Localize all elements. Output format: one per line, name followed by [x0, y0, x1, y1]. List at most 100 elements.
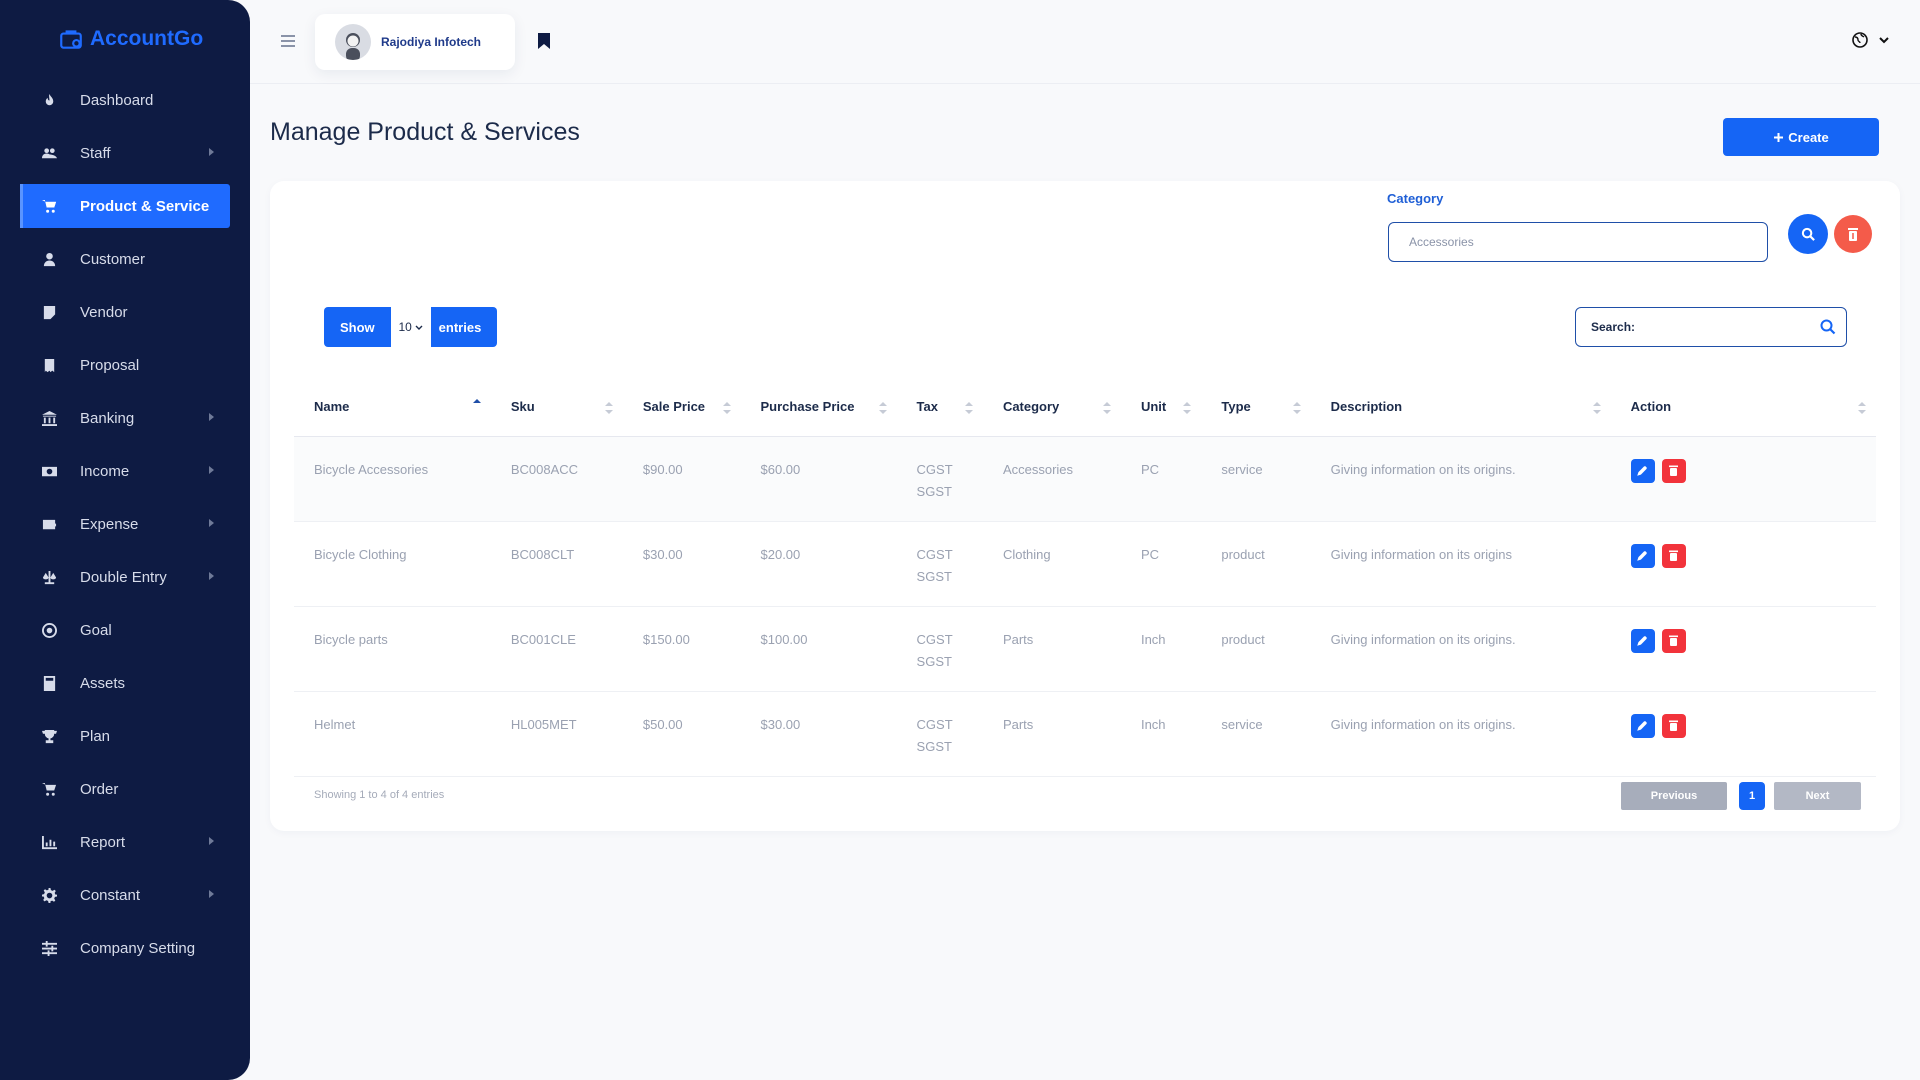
cell-name: Bicycle Accessories — [294, 436, 491, 522]
scale-icon — [40, 568, 58, 586]
menu-toggle-icon[interactable] — [281, 35, 295, 47]
entries-select[interactable]: 10 — [390, 307, 431, 347]
sidebar-item-label: Company Setting — [80, 939, 196, 957]
sidebar-item-double-entry[interactable]: Double Entry — [20, 555, 230, 599]
chevron-right-icon — [209, 413, 214, 421]
sidebar-item-label: Proposal — [80, 356, 140, 374]
column-header-description[interactable]: Description — [1310, 378, 1611, 437]
column-header-sku[interactable]: Sku — [490, 378, 623, 437]
cell-tax: CGST SGST — [896, 521, 983, 607]
cell-purchase: $100.00 — [740, 606, 897, 692]
cell-sku: HL005MET — [490, 691, 623, 777]
sidebar-item-label: Product & Service — [80, 197, 210, 215]
table-search-input[interactable] — [1591, 320, 1820, 334]
entries-suffix-label: entries — [438, 319, 482, 335]
cell-purchase: $60.00 — [740, 436, 897, 522]
column-header-type[interactable]: Type — [1201, 378, 1311, 437]
sidebar-item-company-setting[interactable]: Company Setting — [20, 926, 230, 970]
cell-action — [1610, 521, 1876, 607]
cell-description: Giving information on its origins. — [1310, 691, 1611, 777]
edit-button[interactable] — [1630, 713, 1655, 738]
entries-show-label: Show — [340, 319, 375, 335]
cell-name: Bicycle parts — [294, 606, 491, 692]
column-header-label: Purchase Price — [760, 399, 855, 415]
trash-icon — [1669, 550, 1679, 561]
sidebar-item-label: Staff — [80, 144, 111, 162]
logo-text: AccountGo — [90, 27, 204, 50]
search-icon — [1820, 319, 1836, 335]
cell-action — [1610, 691, 1876, 777]
pagination-previous[interactable]: Previous — [1621, 782, 1727, 810]
column-header-label: Unit — [1140, 399, 1167, 415]
column-header-label: Type — [1221, 399, 1251, 415]
delete-button[interactable] — [1661, 628, 1686, 653]
target-icon — [40, 621, 58, 639]
reset-filter-button[interactable] — [1834, 215, 1872, 253]
sidebar-item-label: Goal — [80, 621, 112, 639]
apply-filter-button[interactable] — [1788, 214, 1828, 254]
edit-button[interactable] — [1630, 458, 1655, 483]
cell-sale: $90.00 — [622, 436, 741, 522]
entries-select-value: 10 — [398, 320, 412, 334]
sidebar-item-goal[interactable]: Goal — [20, 608, 230, 652]
pagination-next[interactable]: Next — [1774, 782, 1861, 810]
sort-asc-icon — [472, 399, 481, 411]
delete-button[interactable] — [1661, 458, 1686, 483]
sidebar-item-order[interactable]: Order — [20, 767, 230, 811]
create-button-label: Create — [1788, 129, 1829, 145]
receipt-icon — [40, 356, 58, 374]
sidebar-item-plan[interactable]: Plan — [20, 714, 230, 758]
pencil-icon — [1637, 721, 1648, 731]
edit-button[interactable] — [1630, 543, 1655, 568]
user-tie-icon — [40, 250, 58, 268]
sidebar-item-staff[interactable]: Staff — [20, 131, 230, 175]
sidebar-item-vendor[interactable]: Vendor — [20, 290, 230, 334]
sort-icon — [1102, 402, 1111, 414]
create-button[interactable]: Create — [1723, 118, 1879, 156]
cell-sale: $50.00 — [622, 691, 741, 777]
sidebar-item-constant[interactable]: Constant — [20, 873, 230, 917]
sidebar-item-label: Expense — [80, 515, 139, 533]
trash-icon — [1669, 465, 1679, 476]
search-icon — [1801, 227, 1815, 241]
sidebar-item-assets[interactable]: Assets — [20, 661, 230, 705]
pagination-page-1[interactable]: 1 — [1739, 782, 1765, 810]
edit-button[interactable] — [1630, 628, 1655, 653]
sidebar-item-banking[interactable]: Banking — [20, 396, 230, 440]
table-row: Bicycle parts BC001CLE $150.00 $100.00 CGST S… — [294, 606, 1876, 692]
wallet-icon — [40, 515, 58, 533]
language-dropdown[interactable] — [1852, 32, 1892, 48]
app-logo[interactable]: AccountGo — [58, 26, 203, 52]
table-body: Bicycle Accessories BC008ACC $90.00 $60.00 C… — [294, 436, 1876, 777]
delete-button[interactable] — [1661, 543, 1686, 568]
sliders-icon — [40, 939, 58, 957]
cell-category: Clothing — [982, 521, 1121, 607]
sidebar-item-proposal[interactable]: Proposal — [20, 343, 230, 387]
table-info: Showing 1 to 4 of 4 entries — [314, 789, 445, 801]
sidebar-item-report[interactable]: Report — [20, 820, 230, 864]
column-header-name[interactable]: Name — [294, 378, 491, 437]
column-header-tax[interactable]: Tax — [896, 378, 983, 437]
column-header-category[interactable]: Category — [982, 378, 1121, 437]
column-header-action[interactable]: Action — [1610, 378, 1876, 437]
sidebar-item-expense[interactable]: Expense — [20, 502, 230, 546]
category-filter-input[interactable] — [1388, 222, 1768, 262]
sidebar-item-income[interactable]: Income — [20, 449, 230, 493]
sidebar-item-label: Double Entry — [80, 568, 167, 586]
cell-description: Giving information on its origins. — [1310, 606, 1611, 692]
sidebar-item-product-service[interactable]: Product & Service — [20, 184, 230, 228]
user-profile-chip[interactable]: Rajodiya Infotech — [315, 14, 515, 70]
page-title: Manage Product & Services — [270, 118, 580, 146]
tax-name: SGST — [916, 568, 952, 584]
column-header-unit[interactable]: Unit — [1120, 378, 1202, 437]
delete-button[interactable] — [1661, 713, 1686, 738]
trash-icon — [1669, 635, 1679, 646]
column-header-purchase-price[interactable]: Purchase Price — [740, 378, 897, 437]
chevron-down-icon — [415, 325, 423, 330]
cell-type: product — [1201, 606, 1311, 692]
sidebar-item-dashboard[interactable]: Dashboard — [20, 78, 230, 122]
bookmark-icon[interactable] — [538, 33, 550, 49]
sidebar-item-customer[interactable]: Customer — [20, 237, 230, 281]
column-header-sale-price[interactable]: Sale Price — [622, 378, 741, 437]
cell-name: Bicycle Clothing — [294, 521, 491, 607]
